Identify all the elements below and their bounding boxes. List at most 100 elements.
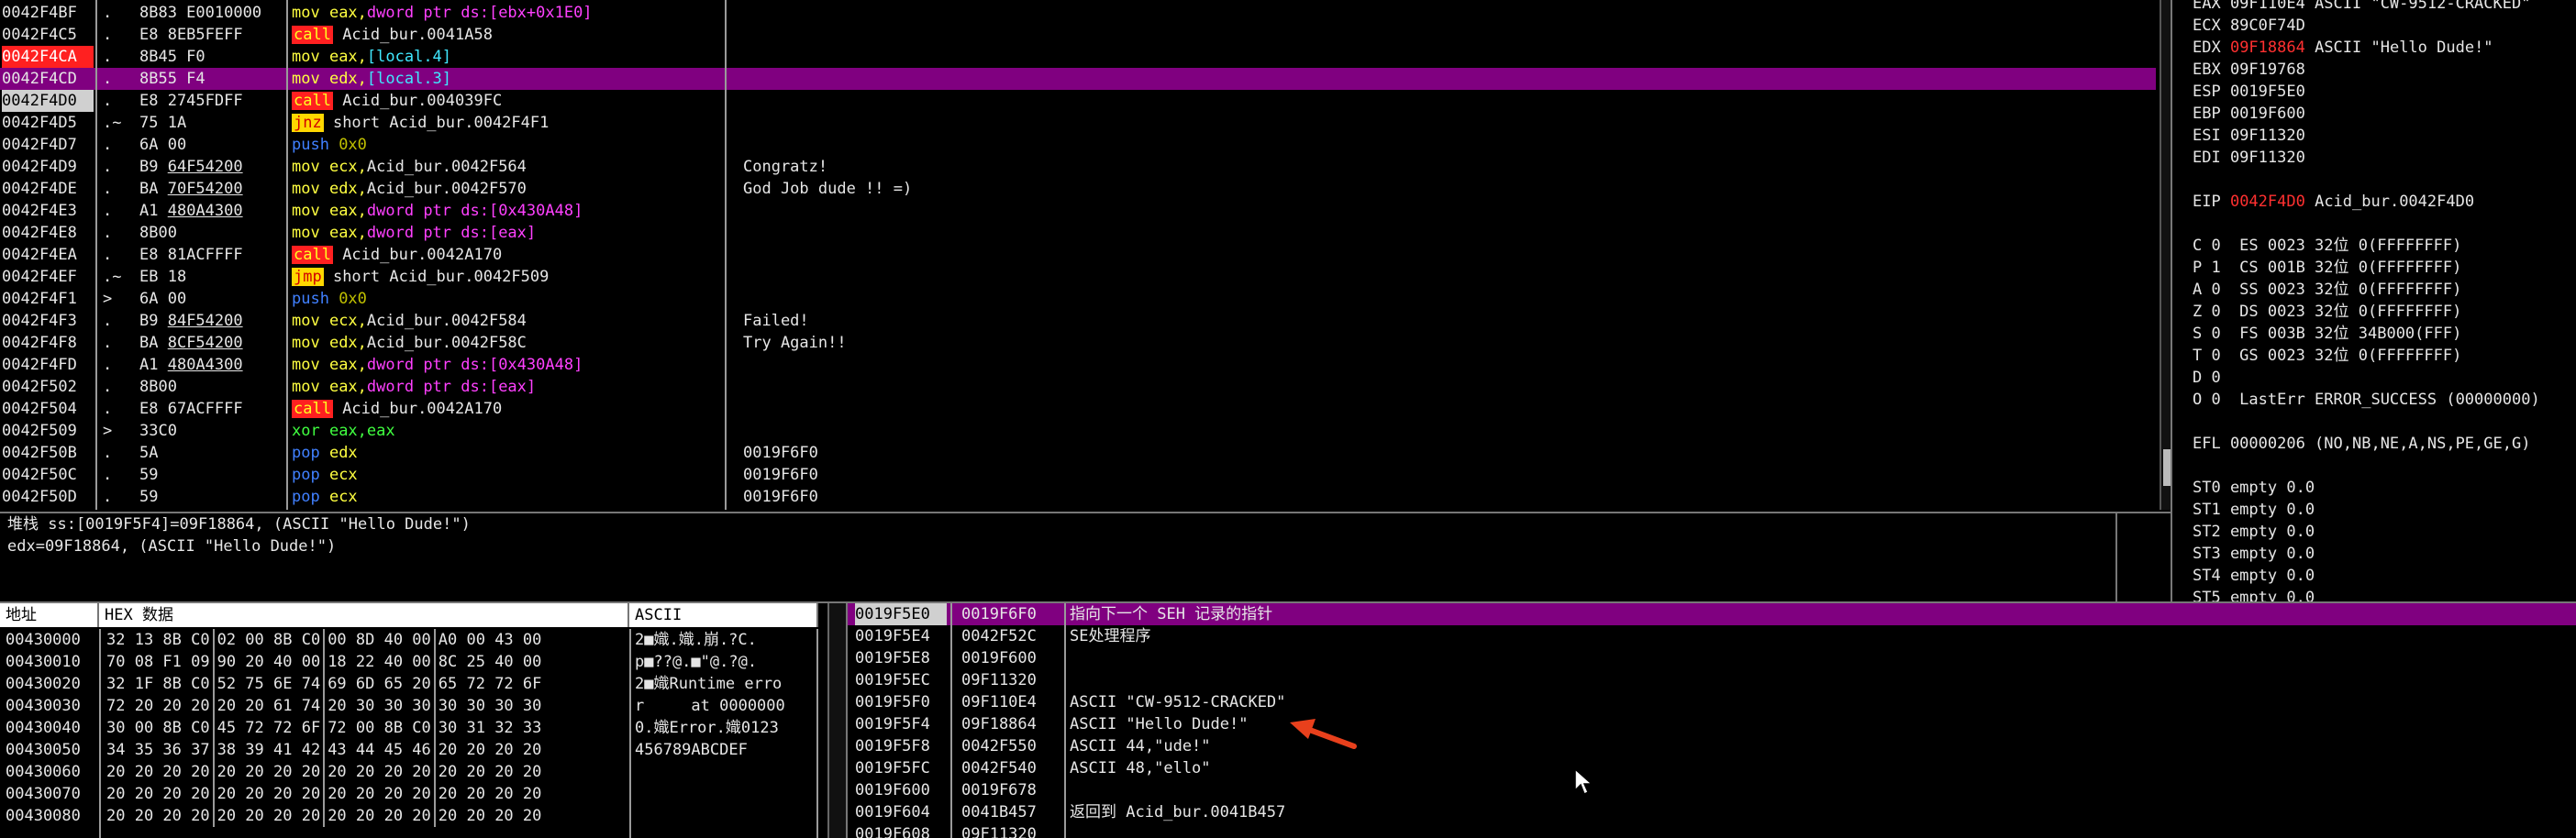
hex-row[interactable]: 00430000 32 13 8B C0 02 00 8B C0 00 8D 40 0… — [0, 629, 826, 651]
disasm-row[interactable]: 0042F4F3. B9 84F54200 mov ecx,Acid_bur.004… — [0, 310, 2156, 332]
disasm-row[interactable]: 0042F4D7. 6A 00 push 0x0 — [0, 134, 2156, 156]
disasm-row[interactable]: 0042F50D. 59 pop ecx 0019F6F0 — [0, 486, 2156, 508]
stack-row[interactable]: 0019F5F4 09F18864 ASCII "Hello Dude!" — [848, 713, 2576, 735]
disasm-instruction: call Acid_bur.004039FC — [292, 90, 723, 112]
instr-token: pop — [292, 488, 329, 506]
stack-pane[interactable]: 0019F5E0 0019F6F0 指向下一个 SEH 记录的指针 0019F5E4 0… — [848, 603, 2576, 838]
disasm-jump-marker: . — [103, 334, 113, 352]
disasm-row[interactable]: 0042F4E3. A1 480A4300 mov eax,dword ptr ds… — [0, 200, 2156, 222]
register-line[interactable]: ST2 empty 0.0 — [2193, 521, 2576, 543]
register-line[interactable] — [2193, 411, 2576, 433]
hex-row[interactable]: 00430060 20 20 20 20 20 20 20 20 20 20 20 2… — [0, 761, 826, 783]
disasm-row[interactable]: 0042F4EA. E8 81ACFFFF call Acid_bur.0042A1… — [0, 244, 2156, 266]
register-line[interactable]: EAX 09F110E4 ASCII "CW-9512-CRACKED" — [2193, 0, 2576, 15]
hex-header-data[interactable]: HEX 数据 — [99, 603, 629, 627]
register-line[interactable]: EDX 09F18864 ASCII "Hello Dude!" — [2193, 37, 2576, 59]
disasm-row[interactable]: 0042F4EF .~ EB 18 jmp short Acid_bur.0042F5… — [0, 266, 2156, 288]
disasm-row[interactable]: 0042F4DE. BA 70F54200 mov edx,Acid_bur.004… — [0, 178, 2156, 200]
disasm-row[interactable]: 0042F50C. 59 pop ecx 0019F6F0 — [0, 464, 2156, 486]
disasm-row[interactable]: 0042F50B. 5A pop edx 0019F6F0 — [0, 442, 2156, 464]
register-line[interactable]: P 1 CS 001B 32位 0(FFFFFFFF) — [2193, 257, 2576, 279]
disasm-row[interactable]: 0042F4FD. A1 480A4300 mov eax,dword ptr ds… — [0, 354, 2156, 376]
disasm-row[interactable]: 0042F4CA. 8B45 F0 mov eax,[local.4] — [0, 46, 2156, 68]
disasm-hex: 6A 00 — [139, 290, 187, 308]
register-line[interactable]: ECX 89C0F74D — [2193, 15, 2576, 37]
disasm-row[interactable]: 0042F4E8. 8B00 mov eax,dword ptr ds:[eax] — [0, 222, 2156, 244]
stack-row[interactable]: 0019F5F8 0042F550 ASCII 44,"ude!" — [848, 735, 2576, 757]
instr-token: mov — [292, 180, 329, 198]
disasm-row[interactable]: 0042F4F1 >6A 00 push 0x0 — [0, 288, 2156, 310]
disasm-address: 0042F504 — [2, 400, 77, 418]
register-line[interactable]: ST0 empty 0.0 — [2193, 477, 2576, 499]
register-line[interactable]: EBX 09F19768 — [2193, 59, 2576, 81]
disasm-jump-marker: . — [103, 224, 113, 242]
stack-row[interactable]: 0019F5FC 0042F540 ASCII 48,"ello" — [848, 757, 2576, 779]
register-line[interactable]: EIP 0042F4D0 Acid_bur.0042F4D0 — [2193, 191, 2576, 213]
hex-header-ascii[interactable]: ASCII — [629, 603, 818, 627]
disasm-row[interactable]: 0042F4D9. B9 64F54200 mov ecx,Acid_bur.004… — [0, 156, 2156, 178]
instr-token: ecx — [328, 466, 358, 484]
disasm-jump-marker: > — [103, 422, 113, 440]
stack-row[interactable]: 0019F5F0 09F110E4 ASCII "CW-9512-CRACKED" — [848, 691, 2576, 713]
disasm-row[interactable]: 0042F4D0. E8 2745FDFF call Acid_bur.004039… — [0, 90, 2156, 112]
disasm-row[interactable]: 0042F4BF. 8B83 E0010000 mov eax,dword ptr … — [0, 2, 2156, 24]
stack-row[interactable]: 0019F5E0 0019F6F0 指向下一个 SEH 记录的指针 — [848, 603, 2576, 625]
disasm-address: 0042F4D7 — [2, 136, 77, 154]
instr-token: jnz — [292, 114, 324, 132]
register-line[interactable] — [2193, 169, 2576, 191]
instr-token: Acid_bur.0042A170 — [332, 246, 503, 264]
register-line[interactable]: ESP 0019F5E0 — [2193, 81, 2576, 103]
disassembly-scroll-thumb[interactable] — [2163, 449, 2171, 486]
register-line[interactable]: ST3 empty 0.0 — [2193, 543, 2576, 565]
disasm-row[interactable]: 0042F509 >33C0 xor eax,eax — [0, 420, 2156, 442]
register-line[interactable]: Z 0 DS 0023 32位 0(FFFFFFFF) — [2193, 301, 2576, 323]
instr-token: push — [292, 290, 339, 308]
register-line[interactable]: A 0 SS 0023 32位 0(FFFFFFFF) — [2193, 279, 2576, 301]
stack-comment: 返回到 Acid_bur.0041B457 — [1070, 803, 1286, 821]
register-line[interactable]: D 0 — [2193, 367, 2576, 389]
disasm-row[interactable]: 0042F4D5 .~ 75 1A jnz short Acid_bur.0042F4… — [0, 112, 2156, 134]
registers-pane[interactable]: EAX 09F110E4 ASCII "CW-9512-CRACKED" ECX … — [2172, 0, 2576, 601]
register-line[interactable]: ESI 09F11320 — [2193, 125, 2576, 147]
hex-header-addr[interactable]: 地址 — [0, 603, 99, 627]
register-line[interactable]: EFL 00000206 (NO,NB,NE,A,NS,PE,GE,G) — [2193, 433, 2576, 455]
register-line[interactable]: T 0 GS 0023 32位 0(FFFFFFFF) — [2193, 345, 2576, 367]
register-line[interactable]: ST5 empty 0.0 — [2193, 587, 2576, 601]
register-line[interactable]: O 0 LastErr ERROR_SUCCESS (00000000) — [2193, 389, 2576, 411]
instr-token: eax, — [328, 224, 367, 242]
disasm-instruction: jnz short Acid_bur.0042F4F1 — [292, 112, 723, 134]
instr-token: mov — [292, 224, 329, 242]
hex-row[interactable]: 00430050 34 35 36 37 38 39 41 42 43 44 45 4… — [0, 739, 826, 761]
hex-row[interactable]: 00430040 30 00 8B C0 45 72 72 6F 72 00 8B C… — [0, 717, 826, 739]
register-line[interactable] — [2193, 455, 2576, 477]
disasm-row[interactable]: 0042F4CD. 8B55 F4 mov edx,[local.3] — [0, 68, 2156, 90]
register-line[interactable]: EBP 0019F600 — [2193, 103, 2576, 125]
stack-comment — [1070, 669, 2537, 691]
stack-row[interactable]: 0019F608 09F11320 — [848, 823, 2576, 838]
register-line[interactable]: C 0 ES 0023 32位 0(FFFFFFFF) — [2193, 235, 2576, 257]
register-token: ST2 empty 0.0 — [2193, 523, 2315, 541]
stack-row[interactable]: 0019F604 0041B457 返回到 Acid_bur.0041B457 — [848, 801, 2576, 823]
stack-row[interactable]: 0019F5E8 0019F600 — [848, 647, 2576, 669]
hex-row[interactable]: 00430070 20 20 20 20 20 20 20 20 20 20 20 2… — [0, 783, 826, 805]
register-line[interactable]: ST4 empty 0.0 — [2193, 565, 2576, 587]
stack-row[interactable]: 0019F5EC 09F11320 — [848, 669, 2576, 691]
register-line[interactable] — [2193, 213, 2576, 235]
stack-row[interactable]: 0019F5E4 0042F52C SE处理程序 — [848, 625, 2576, 647]
disasm-row[interactable]: 0042F502. 8B00 mov eax,dword ptr ds:[eax] — [0, 376, 2156, 398]
register-line[interactable]: S 0 FS 003B 32位 34B000(FFF) — [2193, 323, 2576, 345]
register-token: ST0 empty 0.0 — [2193, 479, 2315, 497]
disasm-row[interactable]: 0042F4C5. E8 8EB5FEFF call Acid_bur.0041A5… — [0, 24, 2156, 46]
disassembly-pane[interactable]: 0042F4BF. 8B83 E0010000 mov eax,dword ptr … — [0, 0, 2156, 510]
register-line[interactable]: EDI 09F11320 — [2193, 147, 2576, 169]
hex-row[interactable]: 00430010 70 08 F1 09 90 20 40 00 18 22 40 0… — [0, 651, 826, 673]
hex-row[interactable]: 00430020 32 1F 8B C0 52 75 6E 74 69 6D 65 2… — [0, 673, 826, 695]
hex-row[interactable]: 00430030 72 20 20 20 20 20 61 74 20 30 30 3… — [0, 695, 826, 717]
disasm-row[interactable]: 0042F504. E8 67ACFFFF call Acid_bur.0042A1… — [0, 398, 2156, 420]
stack-row[interactable]: 0019F600 0019F678 — [848, 779, 2576, 801]
disasm-row[interactable]: 0042F4F8. BA 8CF54200 mov edx,Acid_bur.004… — [0, 332, 2156, 354]
hex-dump-pane[interactable]: 地址 HEX 数据 ASCII 00430000 32 13 8B C0 02 00… — [0, 603, 827, 838]
register-line[interactable]: ST1 empty 0.0 — [2193, 499, 2576, 521]
disasm-address: 0042F4D9 — [2, 158, 77, 176]
hex-row[interactable]: 00430080 20 20 20 20 20 20 20 20 20 20 20 2… — [0, 805, 826, 827]
